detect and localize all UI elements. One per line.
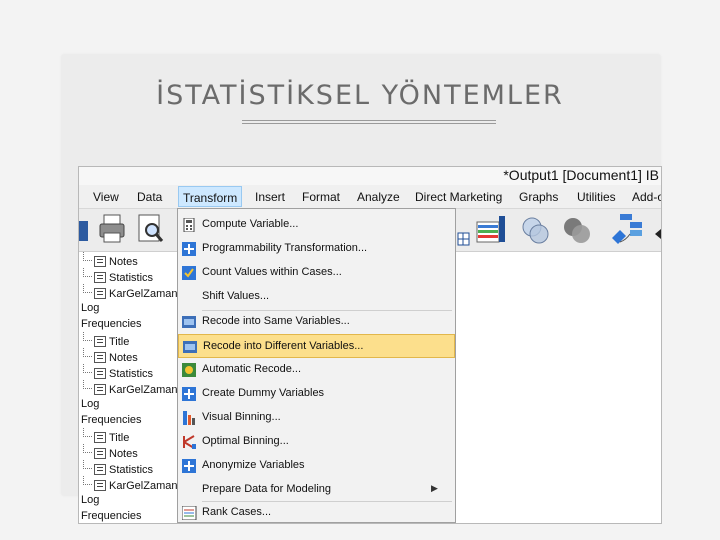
outline-item[interactable]: Notes (83, 444, 138, 460)
window-titlebar: *Output1 [Document1] IB (79, 167, 661, 185)
outline-item[interactable]: Title (83, 428, 129, 444)
outline-item[interactable]: KarGelZaman (83, 380, 177, 396)
recode-different-icon (183, 340, 198, 354)
title-icon (94, 336, 106, 347)
outline-item[interactable]: Frequencies (81, 412, 142, 428)
outline-item[interactable]: Notes (83, 348, 138, 364)
count-values-icon (182, 266, 197, 280)
menu-data[interactable]: Data (137, 190, 162, 204)
outline-item[interactable]: Frequencies (81, 316, 142, 332)
menu-item-prepare-data-for-modeling[interactable]: Prepare Data for Modeling ▶ (178, 478, 455, 502)
automatic-recode-icon (182, 363, 197, 377)
spss-output-window: *Output1 [Document1] IB View Data Transf… (78, 166, 662, 524)
menu-analyze[interactable]: Analyze (357, 190, 400, 204)
menu-item-create-dummy-variables[interactable]: Create Dummy Variables (178, 382, 455, 406)
outline-item[interactable]: KarGelZaman (83, 476, 177, 492)
outline-item[interactable]: Log (81, 396, 99, 412)
plus-icon (182, 242, 197, 256)
slide-title: İSTATİSTİKSEL YÖNTEMLER (156, 80, 564, 111)
table-icon (94, 368, 106, 379)
menu-utilities[interactable]: Utilities (577, 190, 616, 204)
notes-icon (94, 352, 106, 363)
outline-item[interactable]: Log (81, 492, 99, 508)
plus-icon (182, 387, 197, 401)
output-content-pane[interactable] (456, 252, 661, 523)
print-preview-icon[interactable] (136, 213, 166, 250)
menu-item-recode-same[interactable]: Recode into Same Variables... (178, 310, 455, 334)
calculator-icon (182, 217, 197, 233)
menu-item-automatic-recode[interactable]: Automatic Recode... (178, 358, 455, 382)
table-icon (94, 272, 106, 283)
menu-graphs[interactable]: Graphs (519, 190, 558, 204)
outline-item[interactable]: Title (83, 332, 129, 348)
notes-icon (94, 448, 106, 459)
venn-diagram-dark-icon[interactable] (561, 214, 595, 251)
optimal-binning-icon (182, 435, 197, 449)
plus-icon (182, 459, 197, 473)
table-icon (94, 288, 106, 299)
transform-menu: Compute Variable... Programmability Tran… (177, 208, 456, 523)
outline-item[interactable]: KarGelZaman (83, 284, 177, 300)
menu-view[interactable]: View (93, 190, 119, 204)
menu-item-recode-different[interactable]: Recode into Different Variables... (178, 334, 455, 358)
outline-item[interactable]: Notes (83, 252, 138, 268)
outline-item[interactable]: Log (81, 300, 99, 316)
outline-item[interactable]: Frequencies (81, 508, 142, 523)
menu-item-optimal-binning[interactable]: Optimal Binning... (178, 430, 455, 454)
table-icon (94, 384, 106, 395)
menu-item-programmability-transformation[interactable]: Programmability Transformation... (178, 237, 455, 261)
submenu-arrow-icon: ▶ (431, 483, 438, 493)
print-icon[interactable] (97, 213, 127, 250)
notes-icon (94, 256, 106, 267)
outline-item[interactable]: Statistics (83, 268, 153, 284)
outline-pane: Notes Statistics KarGelZaman Log Frequen… (79, 252, 177, 523)
title-icon (94, 432, 106, 443)
pivot-table-icon[interactable] (475, 214, 509, 251)
title-underline-2 (242, 123, 496, 124)
menu-direct-marketing[interactable]: Direct Marketing (415, 190, 502, 204)
venn-diagram-icon[interactable] (519, 214, 553, 251)
menu-transform[interactable]: Transform (178, 186, 243, 207)
recode-same-icon (182, 315, 197, 329)
outline-item[interactable]: Statistics (83, 460, 153, 476)
chart-builder-icon[interactable] (606, 212, 646, 253)
visual-binning-icon (182, 411, 197, 425)
table-icon (94, 464, 106, 475)
menu-format[interactable]: Format (302, 190, 340, 204)
outline-item[interactable]: Statistics (83, 364, 153, 380)
menu-insert[interactable]: Insert (255, 190, 285, 204)
menu-item-compute-variable[interactable]: Compute Variable... (178, 213, 455, 237)
menu-bar: View Data Transform Insert Format Analyz… (79, 186, 661, 209)
rank-cases-icon (181, 505, 197, 521)
menu-item-anonymize-variables[interactable]: Anonymize Variables (178, 454, 455, 478)
window-title: *Output1 [Document1] IB (503, 167, 659, 183)
scroll-arrow-icon[interactable] (655, 227, 661, 246)
menu-addons[interactable]: Add-o (632, 190, 661, 204)
title-underline (242, 120, 496, 121)
menu-item-rank-cases[interactable]: Rank Cases... (178, 501, 455, 523)
grid-icon[interactable] (457, 227, 471, 252)
open-icon[interactable] (79, 215, 89, 250)
menu-item-visual-binning[interactable]: Visual Binning... (178, 406, 455, 430)
menu-item-count-values[interactable]: Count Values within Cases... (178, 261, 455, 285)
table-icon (94, 480, 106, 491)
menu-item-shift-values[interactable]: Shift Values... (178, 285, 455, 309)
